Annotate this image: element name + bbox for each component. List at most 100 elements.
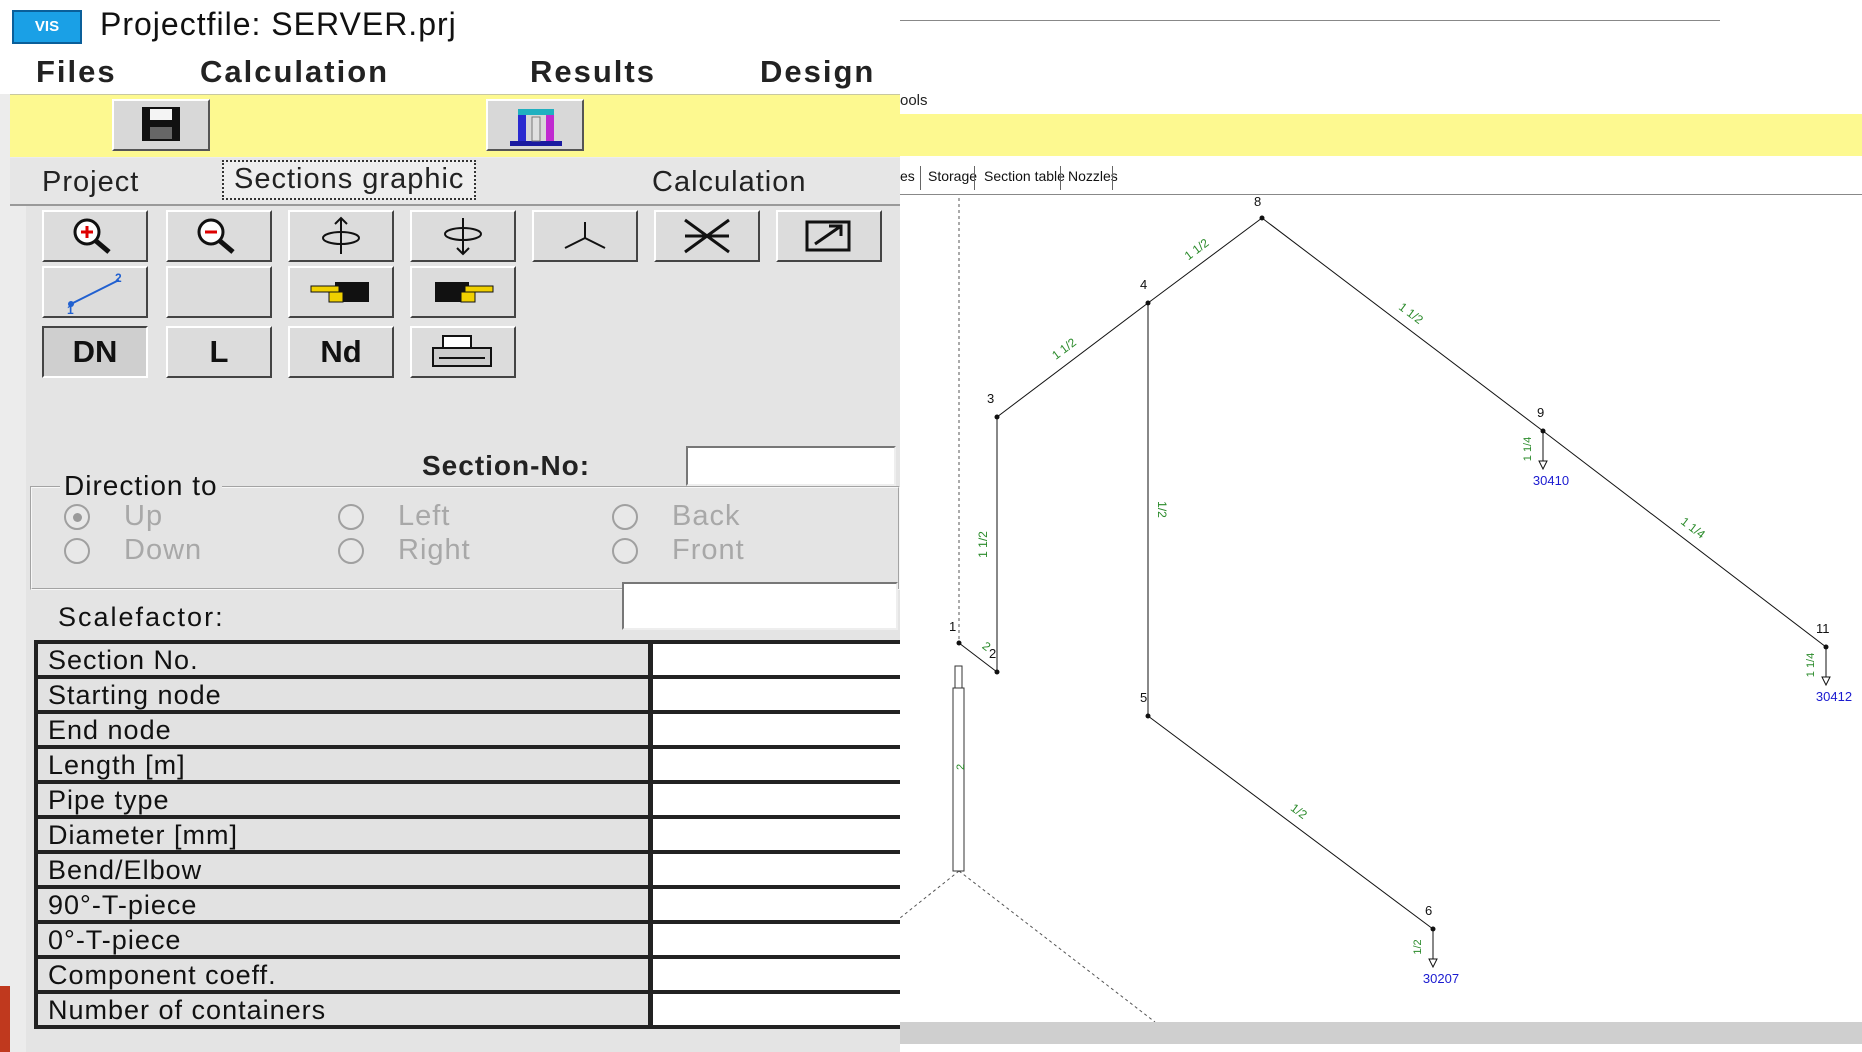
- outlet-size-label: 1 1/4: [1522, 437, 1534, 461]
- radio-up-indicator: [64, 504, 90, 531]
- radio-front[interactable]: Front: [612, 534, 745, 567]
- table-row[interactable]: Component coeff.: [34, 957, 900, 994]
- property-value-cell[interactable]: [650, 782, 900, 819]
- property-value-cell[interactable]: [650, 642, 900, 679]
- node-label: 11: [1816, 621, 1830, 636]
- radio-down-label: Down: [124, 534, 203, 566]
- axes-icon: [564, 222, 606, 249]
- hand-left-icon: [310, 282, 369, 303]
- rotate-down-button[interactable]: [410, 210, 516, 262]
- property-value-cell[interactable]: [650, 712, 900, 749]
- node-label: 3: [987, 391, 994, 406]
- menu-design[interactable]: Design: [760, 54, 875, 90]
- zoom-in-button[interactable]: [42, 210, 148, 262]
- menu-results[interactable]: Results: [530, 54, 656, 90]
- section-no-input[interactable]: [686, 446, 896, 486]
- table-row[interactable]: Length [m]: [34, 747, 900, 784]
- property-label: 90°-T-piece: [34, 887, 653, 924]
- menu-bar: Files Calculation Results Design: [0, 50, 900, 94]
- table-row[interactable]: Pipe type: [34, 782, 900, 819]
- radio-left-indicator: [338, 504, 364, 531]
- node-label: 6: [1425, 903, 1432, 918]
- property-label: 0°-T-piece: [34, 922, 653, 959]
- table-row[interactable]: Diameter [mm]: [34, 817, 900, 854]
- property-label: Component coeff.: [34, 957, 653, 994]
- node-point: [1145, 713, 1151, 719]
- table-row[interactable]: Section No.: [34, 642, 900, 679]
- fit-button[interactable]: [654, 210, 760, 262]
- outlet-arrow: [1538, 460, 1548, 471]
- l-button[interactable]: L: [166, 326, 272, 378]
- table-row[interactable]: Starting node: [34, 677, 900, 714]
- radio-down-indicator: [64, 538, 90, 565]
- outlet-arrow: [1821, 676, 1831, 687]
- table-row[interactable]: Number of containers: [34, 992, 900, 1029]
- radio-back[interactable]: Back: [612, 500, 740, 533]
- scalefactor-input[interactable]: [622, 582, 898, 630]
- node-point: [994, 669, 1000, 675]
- pipe-network-drawing[interactable]: 221 1/21 1/21 1/21 1/21 1/41/21/21234568…: [900, 0, 1862, 1052]
- pipe-size-label: 1/2: [1155, 501, 1169, 518]
- radio-right[interactable]: Right: [338, 534, 471, 567]
- dn-button[interactable]: DN: [42, 326, 148, 378]
- property-value-cell[interactable]: [650, 922, 900, 959]
- property-label: Number of containers: [34, 992, 653, 1029]
- pipe-section: [1261, 217, 1544, 432]
- property-label: Diameter [mm]: [34, 817, 653, 854]
- table-row[interactable]: 90°-T-piece: [34, 887, 900, 924]
- radio-back-label: Back: [672, 500, 741, 532]
- riser-top: [954, 665, 963, 689]
- menu-files[interactable]: Files: [36, 54, 117, 90]
- radio-left[interactable]: Left: [338, 500, 450, 533]
- property-value-cell[interactable]: [650, 677, 900, 714]
- table-row[interactable]: 0°-T-piece: [34, 922, 900, 959]
- node-label: 8: [1254, 194, 1261, 209]
- tab-sections-graphic[interactable]: Sections graphic: [222, 160, 477, 200]
- property-value-cell[interactable]: [650, 887, 900, 924]
- property-label: Section No.: [34, 642, 653, 679]
- direction-legend: Direction to: [60, 470, 222, 502]
- background-edge: [0, 986, 10, 1052]
- resize-button[interactable]: [776, 210, 882, 262]
- pipe-size-label: 1 1/2: [976, 531, 990, 558]
- resize-icon: [805, 220, 851, 252]
- radio-up[interactable]: Up: [64, 500, 163, 533]
- axes-button[interactable]: [532, 210, 638, 262]
- hand-right-icon: [435, 282, 494, 303]
- outlet-size-label: 1/2: [1412, 939, 1424, 954]
- node-label: 5: [1140, 690, 1147, 705]
- radio-right-label: Right: [398, 534, 471, 566]
- save-button[interactable]: [112, 99, 210, 151]
- table-row[interactable]: End node: [34, 712, 900, 749]
- property-value-cell[interactable]: [650, 817, 900, 854]
- property-value-cell[interactable]: [650, 992, 900, 1029]
- property-value-cell[interactable]: [650, 747, 900, 784]
- table-row[interactable]: Bend/Elbow: [34, 852, 900, 889]
- tab-project[interactable]: Project: [32, 162, 149, 202]
- property-value-cell[interactable]: [650, 957, 900, 994]
- svg-text:1: 1: [67, 303, 74, 316]
- horizontal-scrollbar[interactable]: [900, 1022, 1862, 1044]
- rotate-up-button[interactable]: [288, 210, 394, 262]
- rotate-down-icon: [444, 218, 482, 256]
- tab-bar: Project Sections graphic Calculation: [10, 158, 900, 206]
- nd-button[interactable]: Nd: [288, 326, 394, 378]
- printer-icon: [432, 335, 492, 367]
- save-icon: [142, 107, 180, 141]
- tower-button[interactable]: [486, 99, 584, 151]
- hand-right-button[interactable]: [410, 266, 516, 318]
- measure-button[interactable]: 21: [42, 266, 148, 318]
- property-value-cell[interactable]: [650, 852, 900, 889]
- pipe-section: [1542, 430, 1827, 648]
- hand-left-button[interactable]: [288, 266, 394, 318]
- radio-down[interactable]: Down: [64, 534, 202, 567]
- print-button[interactable]: [410, 326, 516, 378]
- zoom-out-button[interactable]: [166, 210, 272, 262]
- tab-calculation[interactable]: Calculation: [642, 162, 816, 202]
- fit-icon: [684, 218, 730, 254]
- radio-up-label: Up: [124, 500, 164, 532]
- pipe-section: [1147, 217, 1263, 304]
- zoom-in-icon: [73, 218, 111, 254]
- blank-button[interactable]: [166, 266, 272, 318]
- menu-calculation[interactable]: Calculation: [200, 54, 389, 90]
